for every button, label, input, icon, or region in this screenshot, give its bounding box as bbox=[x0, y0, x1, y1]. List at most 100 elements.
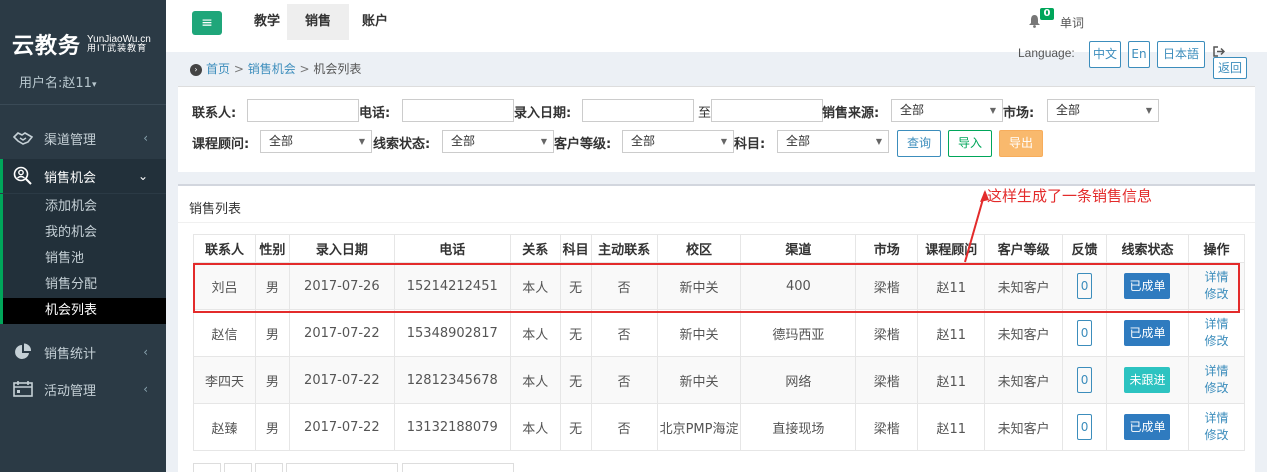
pager-button[interactable] bbox=[224, 463, 252, 472]
subject-select[interactable]: 全部 ▼ bbox=[777, 130, 889, 153]
sidebar-item-activity[interactable]: 活动管理 ‹ bbox=[0, 372, 166, 406]
pager-button[interactable] bbox=[193, 463, 221, 472]
feedback-button[interactable]: 0 bbox=[1077, 414, 1093, 440]
cell-market: 梁楷 bbox=[855, 262, 919, 310]
sidebar-item-sales-opportunity[interactable]: 销售机会 ⌄ bbox=[0, 159, 166, 193]
column-header: 市场 bbox=[855, 234, 919, 263]
cell-status: 未跟进 bbox=[1106, 356, 1189, 404]
contact-label: 联系人: bbox=[192, 106, 237, 121]
query-button[interactable]: 查询 bbox=[897, 130, 941, 157]
cell-advisor: 赵11 bbox=[917, 356, 986, 404]
cell-subject: 无 bbox=[559, 356, 592, 404]
breadcrumb-parent[interactable]: 销售机会 bbox=[248, 62, 296, 76]
table-row: 刘吕 男 2017-07-26 15214212451 本人 无 否 新中关 4… bbox=[193, 262, 1246, 310]
export-button[interactable]: 导出 bbox=[999, 130, 1043, 157]
status-button[interactable]: 已成单 bbox=[1124, 414, 1171, 440]
status-button[interactable]: 已成单 bbox=[1124, 273, 1171, 299]
breadcrumb-home[interactable]: 首页 bbox=[206, 62, 230, 76]
cell-operations: 详情 修改 bbox=[1187, 403, 1246, 451]
logo-main-text: 云教务 bbox=[12, 34, 82, 59]
top-header: ≡ 教学 销售 账户 0 单词 Language: 中文 En 日本語 bbox=[166, 0, 1267, 68]
detail-link[interactable]: 详情 bbox=[1189, 363, 1244, 380]
cell-gender: 男 bbox=[254, 403, 290, 451]
status-button[interactable]: 已成单 bbox=[1124, 320, 1171, 346]
cell-date: 2017-07-22 bbox=[288, 356, 395, 404]
cell-active-contact: 否 bbox=[590, 356, 658, 404]
logo-sub-en: YunJiaoWu.cn bbox=[87, 33, 151, 45]
cell-market: 梁楷 bbox=[855, 356, 919, 404]
cell-contact: 赵信 bbox=[193, 309, 256, 357]
detail-link[interactable]: 详情 bbox=[1189, 269, 1244, 286]
column-header: 科目 bbox=[559, 234, 592, 263]
sub-item-sales-assign[interactable]: 销售分配 bbox=[3, 272, 166, 298]
sub-item-sales-pool[interactable]: 销售池 bbox=[3, 246, 166, 272]
edit-link[interactable]: 修改 bbox=[1189, 333, 1244, 350]
column-header: 校区 bbox=[656, 234, 742, 263]
column-header: 操作 bbox=[1187, 234, 1246, 263]
feedback-button[interactable]: 0 bbox=[1077, 273, 1093, 299]
sub-item-opportunity-list[interactable]: 机会列表 bbox=[3, 298, 166, 324]
username-dropdown[interactable]: 用户名:赵11▾ bbox=[19, 72, 96, 91]
cell-market: 梁楷 bbox=[855, 309, 919, 357]
subject-label: 科目: bbox=[734, 137, 766, 152]
date-to-input[interactable] bbox=[711, 99, 823, 122]
sidebar-toggle-button[interactable]: ≡ bbox=[192, 11, 222, 35]
table-row: 李四天 男 2017-07-22 12812345678 本人 无 否 新中关 … bbox=[193, 356, 1246, 404]
feedback-button[interactable]: 0 bbox=[1077, 367, 1093, 393]
sub-item-my-opportunity[interactable]: 我的机会 bbox=[3, 220, 166, 246]
sidebar-item-sales-stats[interactable]: 销售统计 ‹ bbox=[0, 335, 166, 369]
customer-level-select[interactable]: 全部 ▼ bbox=[622, 130, 734, 153]
cell-contact: 李四天 bbox=[193, 356, 256, 404]
back-button[interactable]: 返回 bbox=[1213, 57, 1247, 79]
date-to-label: 至 bbox=[698, 106, 712, 121]
language-label: Language: bbox=[1018, 46, 1075, 60]
pager-button[interactable] bbox=[255, 463, 283, 472]
detail-link[interactable]: 详情 bbox=[1189, 316, 1244, 333]
customer-level-label: 客户等级: bbox=[554, 137, 612, 152]
chevron-left-icon: ‹ bbox=[143, 345, 148, 359]
cell-gender: 男 bbox=[254, 309, 290, 357]
date-from-input[interactable] bbox=[582, 99, 694, 122]
language-english-button[interactable]: En bbox=[1128, 41, 1150, 68]
cell-contact: 赵臻 bbox=[193, 403, 256, 451]
cell-phone: 12812345678 bbox=[393, 356, 511, 404]
language-japanese-button[interactable]: 日本語 bbox=[1157, 41, 1205, 68]
dropdown-arrow-icon: ▼ bbox=[989, 106, 996, 115]
breadcrumb-current: 机会列表 bbox=[313, 62, 362, 76]
tab-account[interactable]: 账户 bbox=[344, 4, 406, 40]
cell-date: 2017-07-26 bbox=[288, 262, 395, 310]
dropdown-arrow-icon: ▼ bbox=[540, 137, 547, 146]
sidebar-item-channel[interactable]: 渠道管理 ‹ bbox=[0, 121, 166, 155]
edit-link[interactable]: 修改 bbox=[1189, 380, 1244, 397]
edit-link[interactable]: 修改 bbox=[1189, 427, 1244, 444]
sales-source-select[interactable]: 全部 ▼ bbox=[891, 99, 1003, 122]
caret-down-icon: ▾ bbox=[91, 80, 97, 90]
handshake-icon bbox=[12, 129, 34, 147]
market-select[interactable]: 全部 ▼ bbox=[1047, 99, 1159, 122]
cell-channel: 德玛西亚 bbox=[740, 309, 857, 357]
contact-input[interactable] bbox=[247, 99, 359, 122]
course-advisor-select[interactable]: 全部 ▼ bbox=[260, 130, 372, 153]
logo[interactable]: 云教务 YunJiaoWu.cn 用IT武装教育 bbox=[12, 28, 151, 60]
tab-sales[interactable]: 销售 bbox=[287, 4, 350, 40]
language-chinese-button[interactable]: 中文 bbox=[1089, 41, 1121, 68]
sidebar-item-label: 渠道管理 bbox=[44, 132, 97, 148]
import-button[interactable]: 导入 bbox=[948, 130, 992, 157]
chevron-left-icon: ‹ bbox=[143, 382, 148, 396]
lead-status-select[interactable]: 全部 ▼ bbox=[442, 130, 554, 153]
entry-date-label: 录入日期: bbox=[514, 106, 572, 121]
edit-link[interactable]: 修改 bbox=[1189, 286, 1244, 303]
vocabulary-link[interactable]: 单词 bbox=[1060, 14, 1084, 31]
lead-status-label: 线索状态: bbox=[373, 137, 431, 152]
status-button[interactable]: 未跟进 bbox=[1124, 367, 1171, 393]
feedback-button[interactable]: 0 bbox=[1077, 320, 1093, 346]
sidebar: 云教务 YunJiaoWu.cn 用IT武装教育 用户名:赵11▾ 渠道管理 ‹… bbox=[0, 0, 166, 472]
cell-subject: 无 bbox=[559, 309, 592, 357]
cell-relation: 本人 bbox=[509, 403, 561, 451]
detail-link[interactable]: 详情 bbox=[1189, 410, 1244, 427]
phone-input[interactable] bbox=[402, 99, 514, 122]
pager-input[interactable] bbox=[286, 463, 398, 472]
sub-item-add-opportunity[interactable]: 添加机会 bbox=[3, 194, 166, 220]
pager-input[interactable] bbox=[402, 463, 514, 472]
cell-active-contact: 否 bbox=[590, 403, 658, 451]
